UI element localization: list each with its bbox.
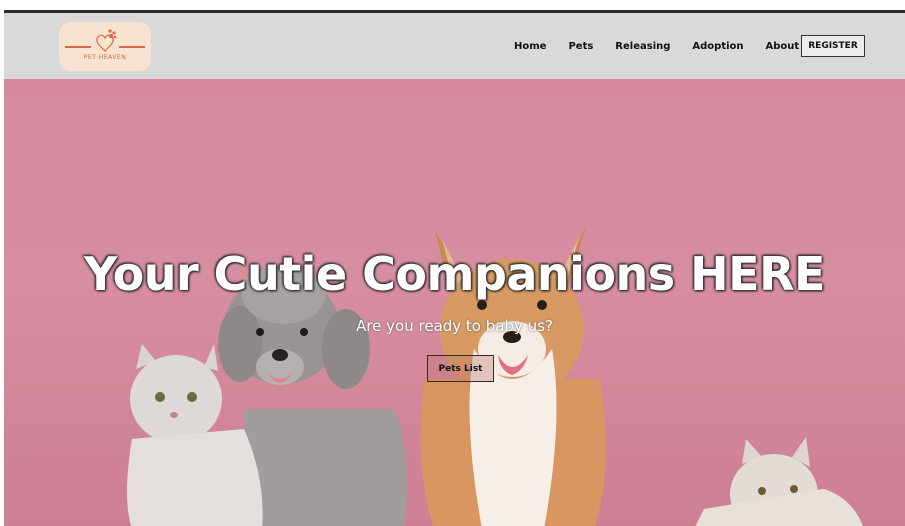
nav-pets-link[interactable]: Pets (568, 41, 593, 52)
nav-adoption-link[interactable]: Adoption (692, 41, 743, 52)
register-button[interactable]: REGISTER (801, 35, 865, 57)
pets-list-button[interactable]: Pets List (427, 355, 494, 382)
browser-viewport: PET HEAVEN Home Pets Releasing Adoption … (4, 10, 905, 526)
right-cat-illustration (695, 437, 863, 526)
brand-name: PET HEAVEN (83, 54, 127, 61)
nav-home-link[interactable]: Home (514, 41, 546, 52)
logo-right-rule (119, 46, 145, 48)
nav-releasing-link[interactable]: Releasing (615, 41, 670, 52)
main-menu: Home Pets Releasing Adoption About Us (514, 13, 839, 79)
hero-subheadline: Are you ready to baby us? (356, 317, 553, 335)
logo-left-rule (65, 46, 91, 48)
hero-pets-image (127, 227, 863, 526)
top-navbar: PET HEAVEN Home Pets Releasing Adoption … (4, 13, 905, 79)
hero-headline: Your Cutie Companions HERE (84, 247, 825, 301)
hero-section: Your Cutie Companions HERE Are you ready… (4, 79, 905, 526)
brand-logo[interactable]: PET HEAVEN (59, 22, 151, 71)
paw-heart-icon (96, 29, 117, 52)
